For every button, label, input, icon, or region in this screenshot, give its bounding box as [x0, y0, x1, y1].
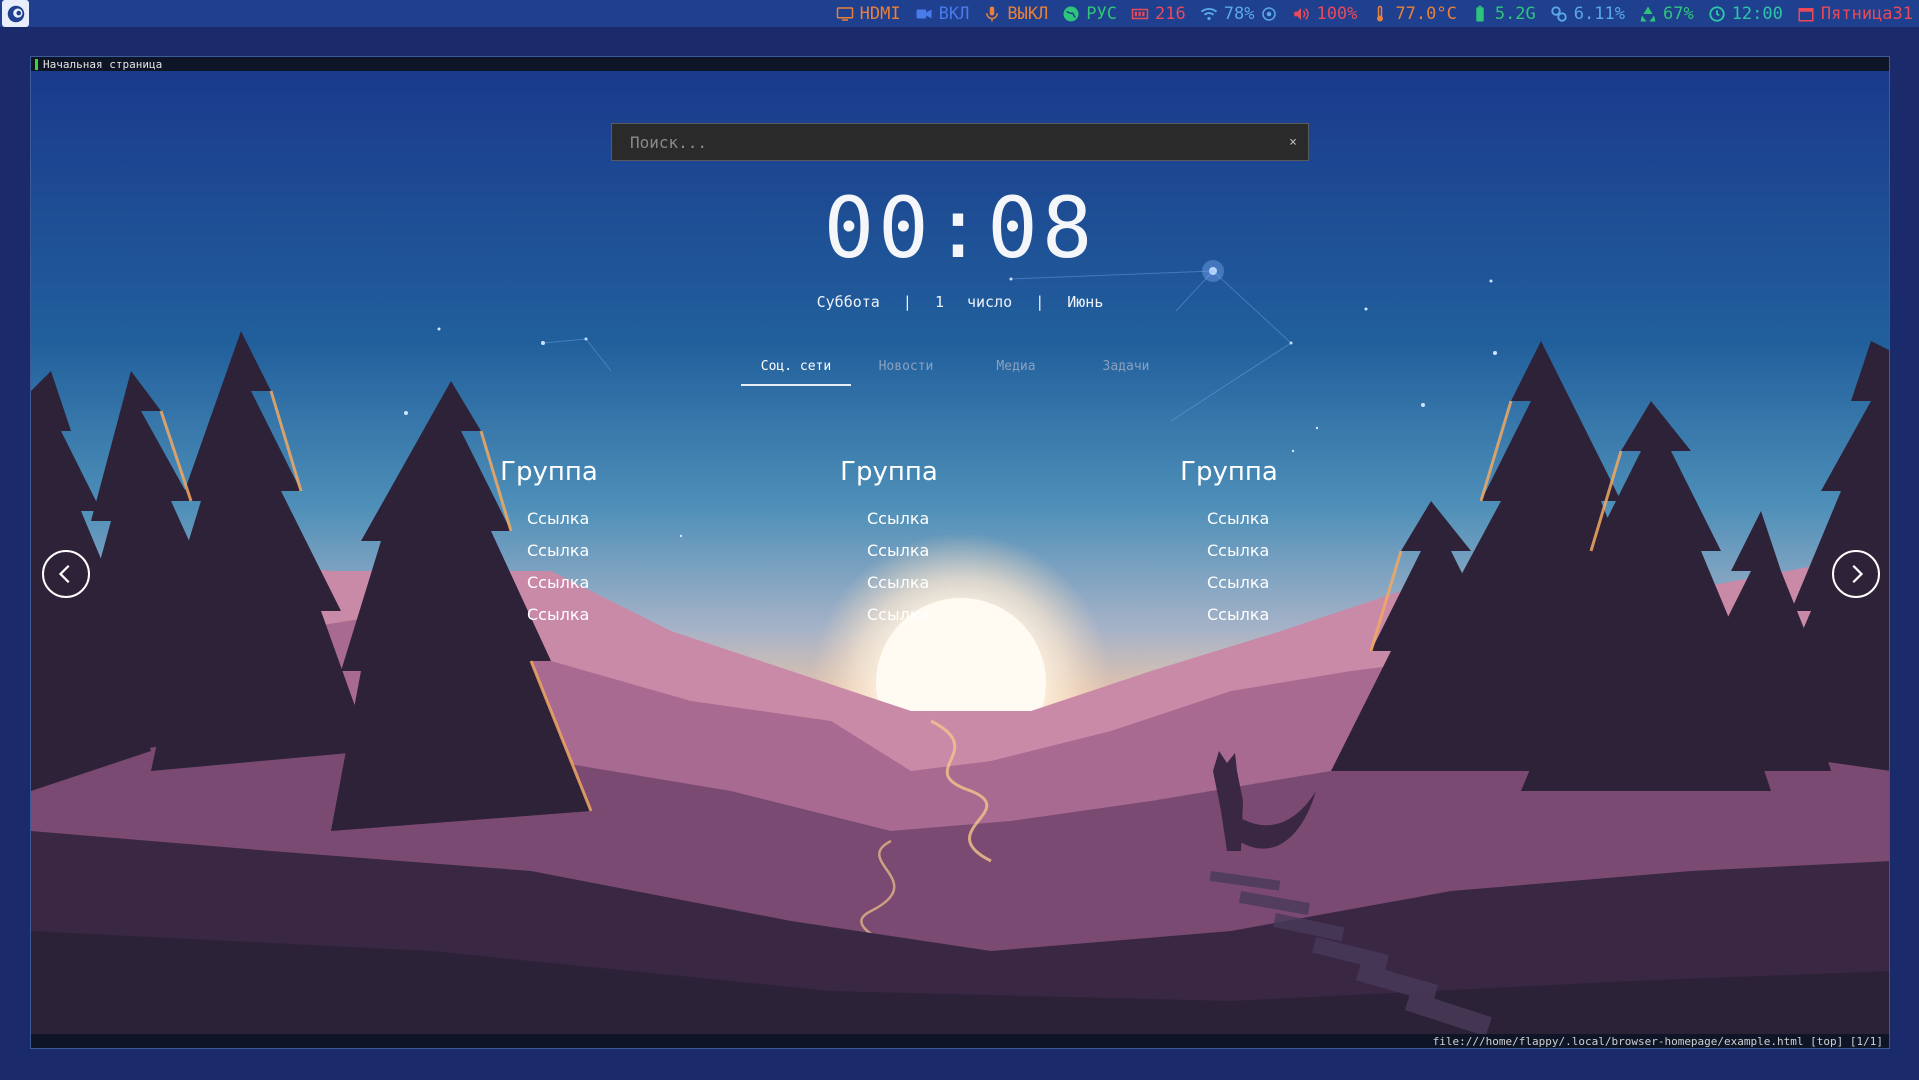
- browser-tab-title[interactable]: Начальная страница: [43, 58, 162, 71]
- status-url: file:///home/flappy/.local/browser-homep…: [1432, 1034, 1883, 1048]
- date-separator: |: [1035, 293, 1045, 311]
- group-link[interactable]: Ссылка: [1153, 535, 1339, 567]
- homepage: × 00:08 Суббота | 1 число | Июнь Соц. се…: [31, 71, 1889, 1034]
- status-memory[interactable]: 216: [1131, 4, 1186, 24]
- browser-tab-bar: Начальная страница: [31, 57, 1889, 71]
- status-text: 77.0°C: [1395, 3, 1457, 24]
- link-group-1: Группа Ссылка Ссылка Ссылка Ссылка: [439, 457, 659, 631]
- group-link[interactable]: Ссылка: [813, 535, 999, 567]
- settings-icon: [1262, 6, 1277, 21]
- status-text: ВЫКЛ: [1007, 3, 1049, 24]
- status-language[interactable]: РУС: [1062, 4, 1117, 24]
- date-weekday: Суббота: [816, 293, 880, 311]
- group-link[interactable]: Ссылка: [813, 567, 999, 599]
- battery-icon: [1476, 5, 1484, 21]
- status-text: 100%: [1316, 3, 1358, 24]
- date-day: 1: [934, 293, 944, 311]
- status-text: РУС: [1086, 3, 1118, 24]
- group-title: Группа: [500, 457, 598, 487]
- link-group-3: Группа Ссылка Ссылка Ссылка Ссылка: [1119, 457, 1339, 631]
- tab-tasks[interactable]: Задачи: [1071, 359, 1181, 386]
- group-link[interactable]: Ссылка: [473, 503, 659, 535]
- browser-window: Начальная страница Поиск... × 00:08 Субб…: [30, 56, 1890, 1049]
- date-separator: |: [902, 293, 912, 311]
- calendar-icon: [1798, 7, 1814, 21]
- tab-active-indicator: [35, 58, 38, 70]
- status-text: 67%: [1662, 3, 1694, 24]
- group-link[interactable]: Ссылка: [813, 503, 999, 535]
- app-logo-icon[interactable]: [2, 0, 29, 27]
- status-text: HDMI: [859, 3, 901, 24]
- status-text: 216: [1155, 3, 1186, 24]
- chevron-right-icon: [1852, 564, 1864, 584]
- status-text: 5.2G: [1494, 3, 1536, 24]
- camera-icon: [916, 9, 932, 18]
- previous-page-button[interactable]: [42, 550, 90, 598]
- search-input[interactable]: [612, 131, 1278, 153]
- group-title: Группа: [1180, 457, 1278, 487]
- tab-social[interactable]: Соц. сети: [741, 359, 851, 386]
- microphone-icon: [986, 6, 999, 21]
- status-text: 6.11%: [1573, 3, 1625, 24]
- chevron-left-icon: [58, 564, 70, 584]
- cpu-icon: [1551, 5, 1567, 22]
- link-group-2: Группа Ссылка Ссылка Ссылка Ссылка: [779, 457, 999, 631]
- wifi-icon: [1200, 7, 1217, 20]
- status-text: 78%: [1223, 3, 1255, 24]
- status-wifi[interactable]: 78%: [1200, 4, 1279, 24]
- search-clear-button[interactable]: ×: [1278, 135, 1308, 150]
- status-recycle[interactable]: 67%: [1639, 4, 1694, 24]
- group-link[interactable]: Ссылка: [1153, 599, 1339, 631]
- clock-icon: [1709, 5, 1725, 22]
- group-link[interactable]: Ссылка: [1153, 503, 1339, 535]
- status-text: Пятница31: [1820, 3, 1913, 24]
- status-hdmi[interactable]: HDMI: [836, 4, 901, 24]
- tab-media[interactable]: Медиа: [961, 359, 1071, 386]
- category-tabs: Соц. сети Новости Медиа Задачи: [741, 359, 1181, 386]
- group-link[interactable]: Ссылка: [1153, 567, 1339, 599]
- group-link[interactable]: Ссылка: [813, 599, 999, 631]
- group-link[interactable]: Ссылка: [473, 535, 659, 567]
- globe-icon: [1063, 6, 1079, 21]
- memory-icon: [1131, 8, 1149, 19]
- status-volume[interactable]: 100%: [1292, 4, 1357, 24]
- top-status-bar: HDMI ВКЛ ВЫКЛ РУС 216 78% 100% 77.0°C 5.…: [0, 0, 1919, 27]
- monitor-icon: [836, 6, 853, 21]
- search-box: ×: [611, 123, 1309, 161]
- status-items: HDMI ВКЛ ВЫКЛ РУС 216 78% 100% 77.0°C 5.…: [836, 4, 1919, 24]
- date-month: Июнь: [1067, 293, 1104, 311]
- status-microphone[interactable]: ВЫКЛ: [983, 4, 1048, 24]
- date-line: Суббота | 1 число | Июнь: [31, 293, 1889, 311]
- group-link[interactable]: Ссылка: [473, 599, 659, 631]
- status-text: ВКЛ: [938, 3, 970, 24]
- thermometer-icon: [1377, 5, 1384, 21]
- clock-display: 00:08: [823, 179, 1097, 277]
- status-temperature[interactable]: 77.0°C: [1371, 3, 1457, 24]
- group-title: Группа: [840, 457, 938, 487]
- status-text: 12:00: [1731, 3, 1783, 24]
- tab-news[interactable]: Новости: [851, 359, 961, 386]
- group-link[interactable]: Ссылка: [473, 567, 659, 599]
- status-camera[interactable]: ВКЛ: [915, 3, 970, 24]
- volume-icon: [1294, 7, 1310, 20]
- status-cpu[interactable]: 6.11%: [1550, 4, 1625, 24]
- status-time[interactable]: 12:00: [1708, 4, 1783, 24]
- recycle-icon: [1640, 6, 1656, 21]
- date-day-word: число: [967, 293, 1013, 311]
- status-battery[interactable]: 5.2G: [1471, 4, 1536, 24]
- status-date[interactable]: Пятница31: [1797, 4, 1913, 24]
- browser-status-line: file:///home/flappy/.local/browser-homep…: [31, 1034, 1889, 1048]
- next-page-button[interactable]: [1832, 550, 1880, 598]
